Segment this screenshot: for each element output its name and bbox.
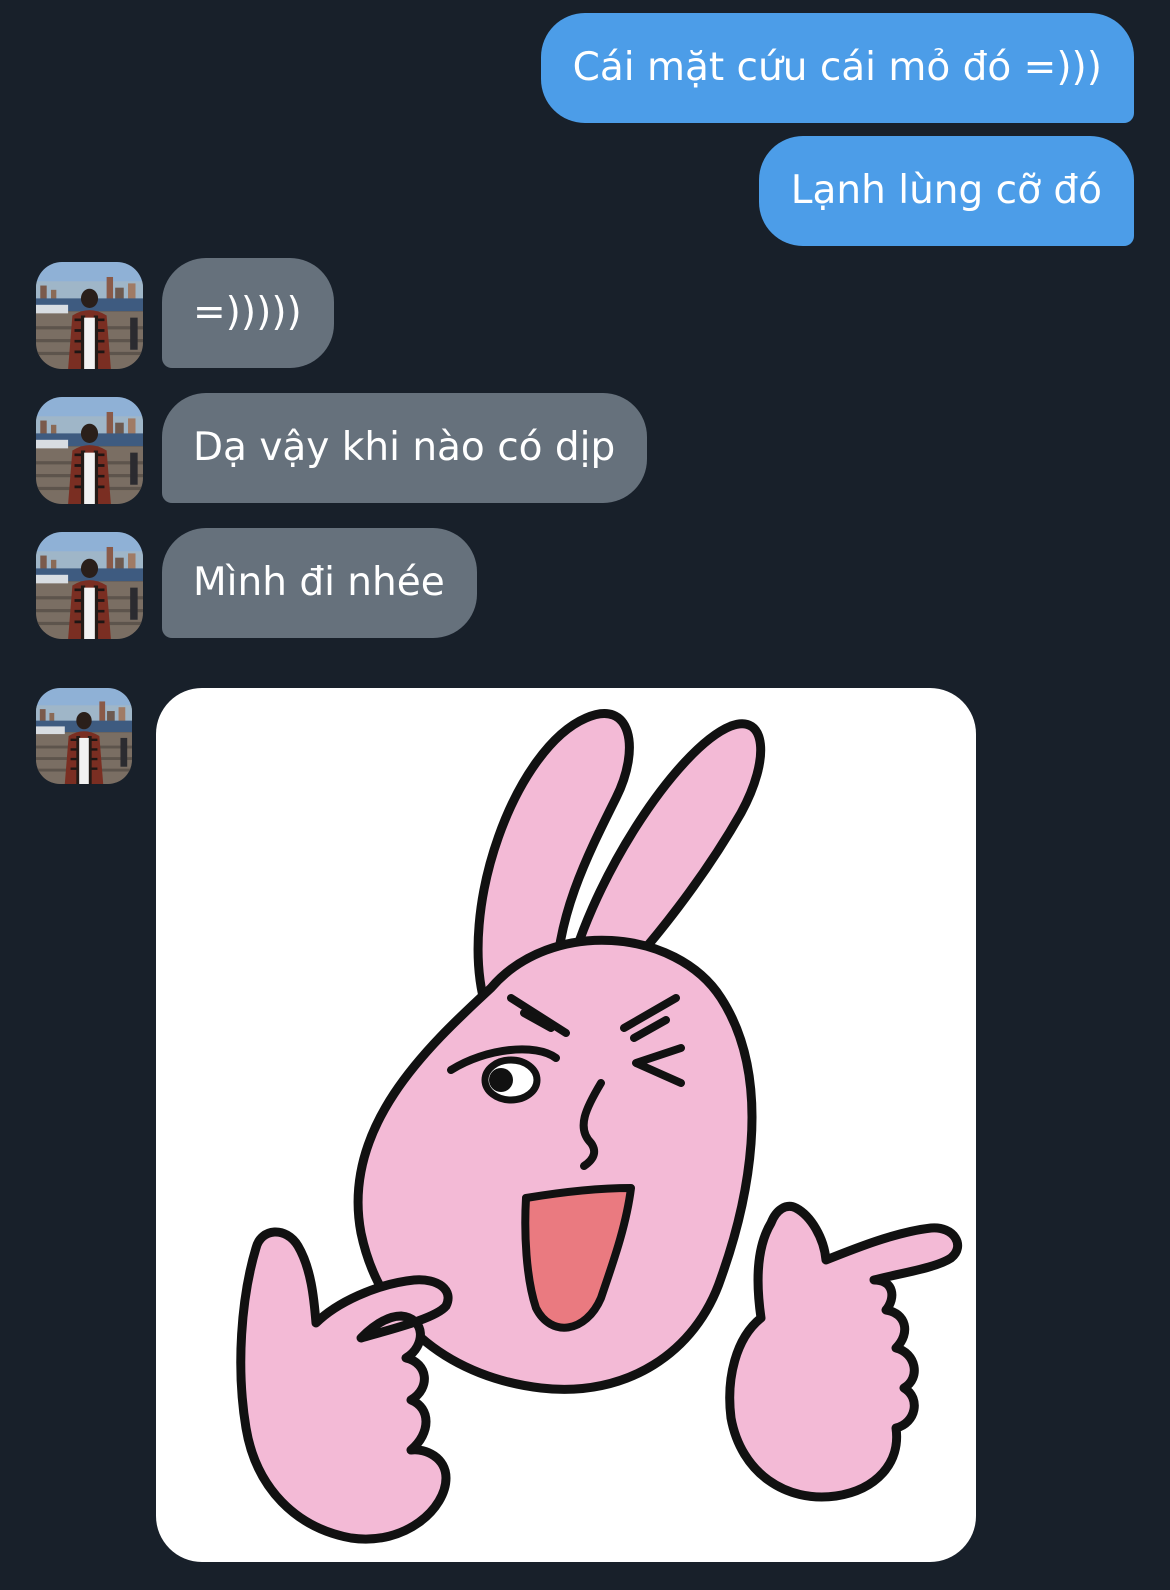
sticker-message[interactable]: [156, 688, 976, 1562]
outgoing-message-bubble[interactable]: Lạnh lùng cỡ đó: [758, 136, 1134, 246]
pink-bunny-wink-pointing-sticker: [236, 709, 963, 1544]
outgoing-message-bubble[interactable]: Cái mặt cứu cái mỏ đó =))): [540, 13, 1134, 123]
message-text: Cái mặt cứu cái mỏ đó =))): [572, 45, 1102, 90]
sender-avatar[interactable]: [36, 262, 143, 369]
sender-avatar[interactable]: [36, 532, 143, 639]
message-text: Mình đi nhée: [193, 560, 445, 605]
incoming-message-bubble[interactable]: =))))): [162, 258, 334, 368]
incoming-message-bubble[interactable]: Dạ vậy khi nào có dịp: [162, 393, 648, 503]
message-text: =))))): [193, 290, 302, 335]
sender-avatar[interactable]: [36, 397, 143, 504]
incoming-message-bubble[interactable]: Mình đi nhée: [162, 528, 477, 638]
message-text: Dạ vậy khi nào có dịp: [193, 425, 616, 470]
message-text: Lạnh lùng cỡ đó: [790, 168, 1102, 213]
sender-avatar[interactable]: [36, 688, 132, 784]
